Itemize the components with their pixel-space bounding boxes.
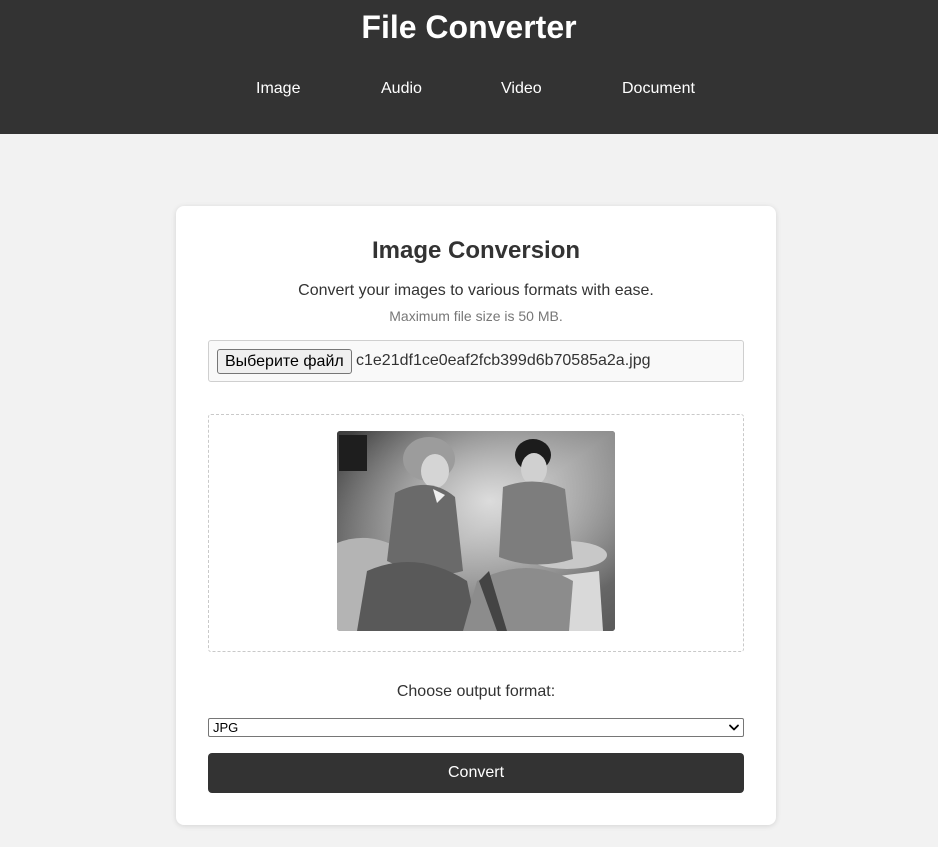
file-input[interactable]: Выберите файл c1e21df1ce0eaf2fcb399d6b70… xyxy=(208,340,744,382)
chevron-down-icon xyxy=(728,721,740,734)
convert-button[interactable]: Convert xyxy=(208,753,744,793)
main-nav: Image Audio Video Document xyxy=(0,78,938,102)
card-title: Image Conversion xyxy=(371,237,581,264)
nav-link-image[interactable]: Image xyxy=(256,78,300,100)
nav-link-document[interactable]: Document xyxy=(622,78,695,100)
output-format-select[interactable]: JPG xyxy=(208,718,744,737)
conversion-card: Image Conversion Convert your images to … xyxy=(176,206,776,825)
image-preview xyxy=(337,431,615,631)
card-description: Convert your images to various formats w… xyxy=(298,282,654,299)
nav-link-audio[interactable]: Audio xyxy=(381,78,422,100)
output-format-label: Choose output format: xyxy=(396,683,556,700)
image-preview-area xyxy=(208,414,744,652)
nav-link-video[interactable]: Video xyxy=(501,78,542,100)
app-header: File Converter Image Audio Video Documen… xyxy=(0,0,938,134)
file-size-note: Maximum file size is 50 MB. xyxy=(389,308,563,324)
output-format-value: JPG xyxy=(213,720,239,735)
choose-file-button[interactable]: Выберите файл xyxy=(217,349,352,374)
app-title: File Converter xyxy=(361,9,577,45)
selected-file-name: c1e21df1ce0eaf2fcb399d6b70585a2a.jpg xyxy=(356,352,651,369)
